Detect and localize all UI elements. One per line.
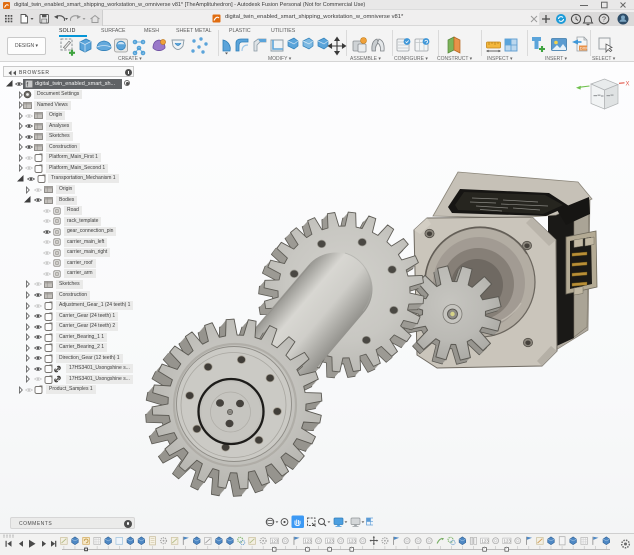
svg-text:123: 123 [349, 539, 357, 544]
svg-text:123: 123 [271, 539, 279, 544]
svg-text:DXF: DXF [580, 46, 589, 51]
svg-text:123: 123 [481, 539, 489, 544]
svg-text:123: 123 [326, 539, 334, 544]
svg-text:123: 123 [304, 539, 312, 544]
svg-text:123: 123 [504, 539, 512, 544]
svg-text:?: ? [602, 16, 606, 23]
svg-text:X: X [626, 82, 630, 88]
